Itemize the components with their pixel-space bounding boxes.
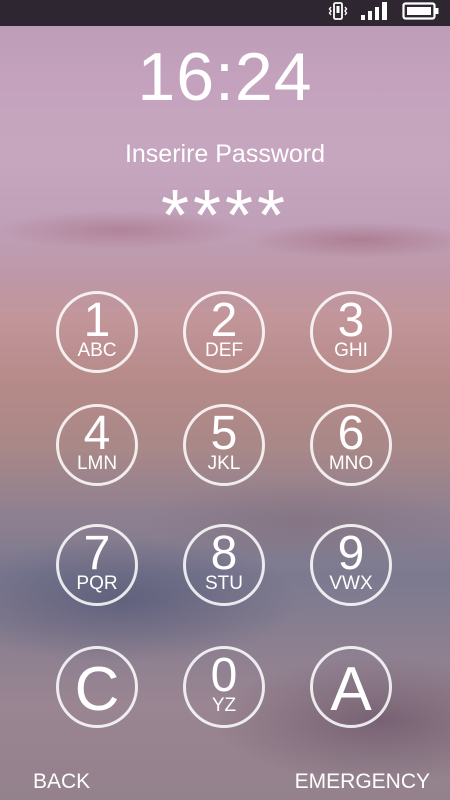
key-letters: JKL <box>207 453 241 474</box>
back-button[interactable]: BACK <box>33 770 90 794</box>
key-9[interactable]: 9 VWX <box>310 524 392 606</box>
accept-button[interactable]: A <box>310 646 392 728</box>
key-letters: GHI <box>334 340 368 361</box>
key-7[interactable]: 7 PQR <box>56 524 138 606</box>
key-digit: 0 <box>210 649 238 702</box>
accept-label: A <box>330 655 372 724</box>
key-letters: PQR <box>76 573 118 594</box>
key-digit: 9 <box>337 527 365 580</box>
battery-icon <box>402 1 440 26</box>
emergency-button[interactable]: EMERGENCY <box>295 770 430 794</box>
status-bar <box>0 0 450 26</box>
clear-label: C <box>74 655 120 724</box>
password-field[interactable]: **** <box>0 180 450 252</box>
clock-time: 16:24 <box>137 39 313 115</box>
key-letters: YZ <box>211 695 237 716</box>
key-letters: MNO <box>328 453 374 474</box>
key-letters: ABC <box>77 340 117 361</box>
key-8[interactable]: 8 STU <box>183 524 265 606</box>
vibrate-icon <box>328 1 348 26</box>
key-digit: 7 <box>83 527 111 580</box>
key-digit: 5 <box>210 407 238 460</box>
key-digit: 6 <box>337 407 365 460</box>
key-letters: VWX <box>329 573 373 594</box>
key-letters: DEF <box>205 340 243 361</box>
key-1[interactable]: 1 ABC <box>56 291 138 373</box>
signal-icon <box>360 1 390 26</box>
key-3[interactable]: 3 GHI <box>310 291 392 373</box>
key-4[interactable]: 4 LMN <box>56 404 138 486</box>
key-digit: 3 <box>337 294 365 347</box>
lock-screen: 16:24 Inserire Password **** 1 ABC 2 DEF… <box>0 0 450 800</box>
password-prompt: Inserire Password <box>124 140 326 168</box>
key-digit: 4 <box>83 407 111 460</box>
key-0[interactable]: 0 YZ <box>183 646 265 728</box>
clear-button[interactable]: C <box>56 646 138 728</box>
key-6[interactable]: 6 MNO <box>310 404 392 486</box>
key-letters: STU <box>205 573 243 594</box>
key-5[interactable]: 5 JKL <box>183 404 265 486</box>
key-digit: 8 <box>210 527 238 580</box>
key-2[interactable]: 2 DEF <box>183 291 265 373</box>
key-letters: LMN <box>76 453 118 474</box>
key-digit: 1 <box>83 294 111 347</box>
key-digit: 2 <box>210 294 238 347</box>
